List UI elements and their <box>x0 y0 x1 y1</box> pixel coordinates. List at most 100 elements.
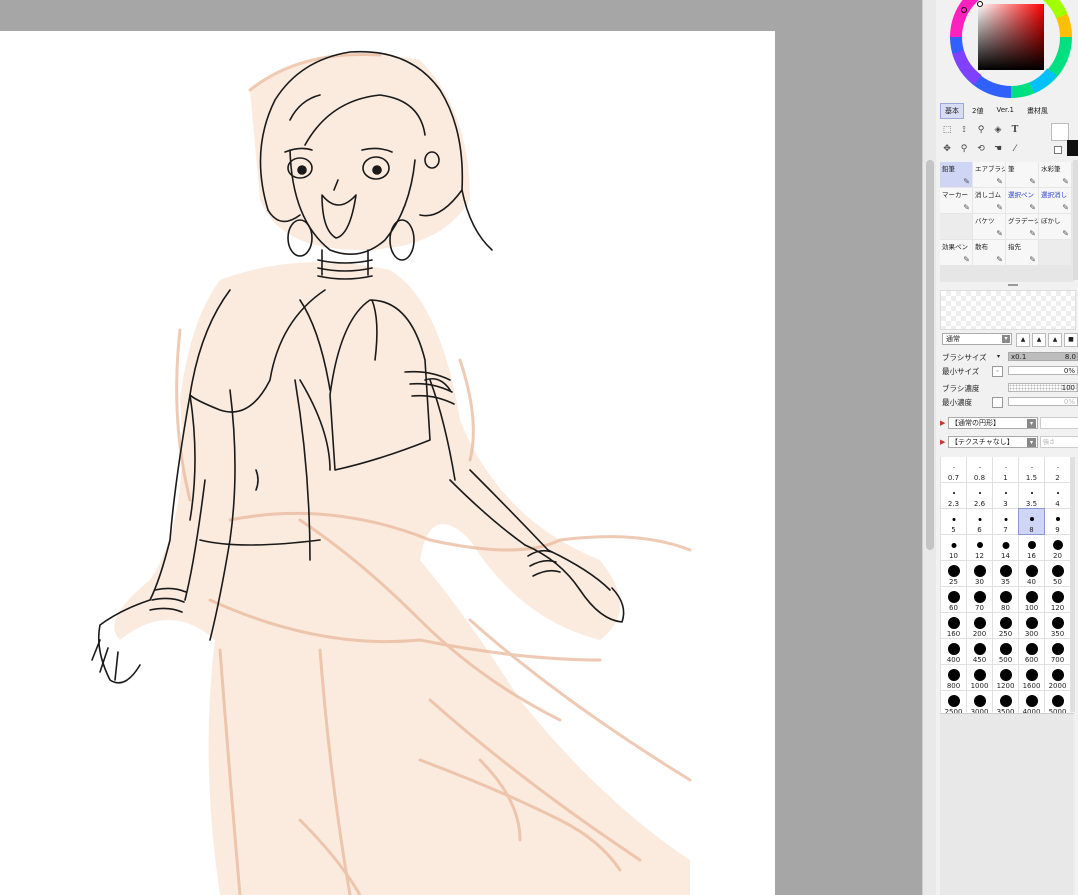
multiplier-caret-icon[interactable]: ▾ <box>997 353 1000 360</box>
texture-select[interactable]: 【テクスチャなし】 ▾ <box>948 436 1038 448</box>
size-preset[interactable]: 1200 <box>993 665 1018 690</box>
tab-basic[interactable]: 基本 <box>940 103 964 119</box>
size-preset[interactable]: 2.3 <box>941 483 966 508</box>
size-preset[interactable]: 160 <box>941 613 966 638</box>
eyedropper-icon[interactable]: ⁄ <box>1008 142 1022 156</box>
size-preset[interactable]: 35 <box>993 561 1018 586</box>
size-preset[interactable]: 2000 <box>1045 665 1070 690</box>
size-preset[interactable]: 1 <box>993 457 1018 482</box>
size-preset[interactable]: 12 <box>967 535 992 560</box>
brush-slot-5[interactable]: 消しゴム ✎ <box>973 188 1005 213</box>
size-preset[interactable]: 450 <box>967 639 992 664</box>
size-preset[interactable]: 0.8 <box>967 457 992 482</box>
size-preset[interactable]: 500 <box>993 639 1018 664</box>
density-slider[interactable]: 100 <box>1008 383 1078 392</box>
canvas-workspace[interactable] <box>0 0 922 895</box>
size-preset[interactable]: 1600 <box>1019 665 1044 690</box>
size-preset[interactable]: 4 <box>1045 483 1070 508</box>
size-preset[interactable]: 350 <box>1045 613 1070 638</box>
select-color-icon[interactable]: ◈ <box>991 123 1005 137</box>
brush-slot-0[interactable]: 鉛筆 ✎ <box>940 162 972 187</box>
scrollbar-thumb[interactable] <box>926 160 934 550</box>
brush-slot-14[interactable]: 指先 ✎ <box>1006 240 1038 265</box>
brush-slot-13[interactable]: 散布 ✎ <box>973 240 1005 265</box>
size-preset[interactable]: 16 <box>1019 535 1044 560</box>
min-size-toggle[interactable]: ◦ <box>992 366 1003 377</box>
expand-triangle-icon[interactable]: ▶ <box>940 419 945 427</box>
shape-4-button[interactable]: ■ <box>1064 333 1078 347</box>
move-icon[interactable]: ✥ <box>940 142 954 156</box>
magic-wand-icon[interactable]: ⚲ <box>974 123 988 137</box>
size-preset[interactable]: 800 <box>941 665 966 690</box>
size-preset[interactable]: 80 <box>993 587 1018 612</box>
size-preset[interactable]: 70 <box>967 587 992 612</box>
brush-grid-scrollbar[interactable] <box>1073 160 1078 280</box>
shape-extra-field[interactable] <box>1040 417 1078 429</box>
hand-icon[interactable]: ☚ <box>991 142 1005 156</box>
expand-triangle-icon[interactable]: ▶ <box>940 438 945 446</box>
size-preset[interactable]: 30 <box>967 561 992 586</box>
foreground-color-swatch[interactable] <box>1051 123 1069 141</box>
size-preset[interactable]: 14 <box>993 535 1018 560</box>
min-size-slider[interactable]: 0% <box>1008 366 1078 375</box>
size-preset[interactable]: 1000 <box>967 665 992 690</box>
vertical-scrollbar[interactable] <box>922 0 937 895</box>
brush-slot-4[interactable]: マーカー ✎ <box>940 188 972 213</box>
size-preset[interactable]: 400 <box>941 639 966 664</box>
size-preset[interactable]: 0.7 <box>941 457 966 482</box>
drawing-canvas[interactable] <box>0 31 775 895</box>
brush-slot-9[interactable]: バケツ ✎ <box>973 214 1005 239</box>
background-color-swatch[interactable] <box>1067 140 1078 156</box>
shape-1-button[interactable]: ▲ <box>1016 333 1030 347</box>
panel-splitter[interactable] <box>1008 284 1018 286</box>
swap-colors-icon[interactable] <box>1054 146 1062 154</box>
zoom-icon[interactable]: ⚲ <box>957 142 971 156</box>
shape-3-button[interactable]: ▲ <box>1048 333 1062 347</box>
size-preset[interactable]: 2 <box>1045 457 1070 482</box>
size-preset[interactable]: 40 <box>1019 561 1044 586</box>
brush-slot-7[interactable]: 選択消し ✎ <box>1039 188 1071 213</box>
min-density-toggle[interactable] <box>992 397 1003 408</box>
tab-binary[interactable]: 2値 <box>967 103 988 119</box>
size-preset[interactable]: 700 <box>1045 639 1070 664</box>
size-preset[interactable]: 8 <box>1018 508 1045 535</box>
size-preset[interactable]: 5 <box>941 509 966 534</box>
brush-slot-3[interactable]: 水彩筆 ✎ <box>1039 162 1071 187</box>
rotate-icon[interactable]: ⟲ <box>974 142 988 156</box>
brush-slot-12[interactable]: 効果ペン ✎ <box>940 240 972 265</box>
size-preset[interactable]: 200 <box>967 613 992 638</box>
size-preset[interactable]: 3.5 <box>1019 483 1044 508</box>
rect-select-icon[interactable]: ⬚ <box>940 123 954 137</box>
brush-shape-select[interactable]: 【通常の円形】 ▾ <box>948 417 1038 429</box>
min-density-slider[interactable]: 0% <box>1008 397 1078 406</box>
text-tool-icon[interactable]: T <box>1008 123 1022 137</box>
size-preset[interactable]: 2.6 <box>967 483 992 508</box>
size-preset[interactable]: 250 <box>993 613 1018 638</box>
tab-ver1[interactable]: Ver.1 <box>991 103 1018 119</box>
brush-size-slider[interactable]: x0.1 8.0 <box>1008 352 1078 361</box>
size-preset[interactable]: 60 <box>941 587 966 612</box>
size-preset[interactable]: 1.5 <box>1019 457 1044 482</box>
size-preset[interactable]: 7 <box>993 509 1018 534</box>
color-wheel[interactable] <box>950 0 1072 98</box>
size-preset[interactable]: 100 <box>1019 587 1044 612</box>
brush-slot-11[interactable]: ぼかし ✎ <box>1039 214 1071 239</box>
size-preset[interactable]: 3 <box>993 483 1018 508</box>
shape-2-button[interactable]: ▲ <box>1032 333 1046 347</box>
size-preset[interactable]: 25 <box>941 561 966 586</box>
size-preset[interactable]: 50 <box>1045 561 1070 586</box>
size-preset[interactable]: 20 <box>1045 535 1070 560</box>
texture-strength-field[interactable]: 強さ <box>1040 436 1078 448</box>
brush-slot-1[interactable]: エアブラシ ✎ <box>973 162 1005 187</box>
tab-paint-style[interactable]: 畫材風 <box>1022 103 1053 119</box>
brush-slot-6[interactable]: 選択ペン ✎ <box>1006 188 1038 213</box>
size-preset[interactable]: 9 <box>1045 509 1070 534</box>
size-preset[interactable]: 10 <box>941 535 966 560</box>
brush-slot-10[interactable]: グラデーション ✎ <box>1006 214 1038 239</box>
size-preset[interactable]: 600 <box>1019 639 1044 664</box>
size-preset[interactable]: 120 <box>1045 587 1070 612</box>
lasso-icon[interactable]: ⟟ <box>957 123 971 137</box>
size-preset[interactable]: 300 <box>1019 613 1044 638</box>
brush-slot-2[interactable]: 筆 ✎ <box>1006 162 1038 187</box>
size-preset[interactable]: 6 <box>967 509 992 534</box>
